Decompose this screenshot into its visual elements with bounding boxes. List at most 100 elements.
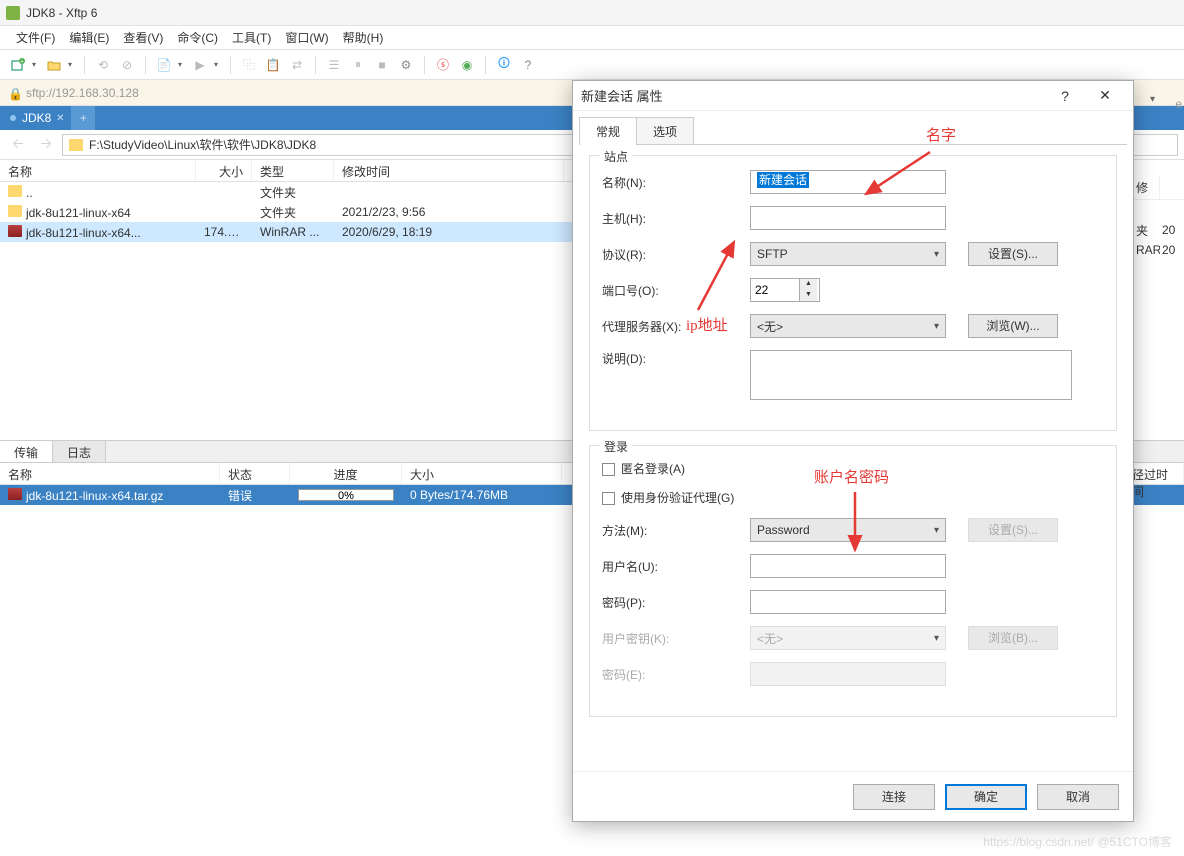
tab-label: JDK8 bbox=[22, 111, 51, 125]
cancel-button[interactable]: 取消 bbox=[1037, 784, 1119, 810]
chevron-down-icon[interactable]: ▾ bbox=[214, 60, 222, 69]
folder-icon bbox=[8, 205, 22, 217]
login-fieldset: 登录 匿名登录(A) 使用身份验证代理(G) 方法(M): Password▾ … bbox=[589, 445, 1117, 717]
chevron-down-icon: ▾ bbox=[934, 249, 939, 260]
browse-proxy-button[interactable]: 浏览(W)... bbox=[968, 314, 1058, 338]
tab-status-icon bbox=[10, 115, 16, 121]
chevron-down-icon[interactable]: ▾ bbox=[32, 60, 40, 69]
dialog-tab-general[interactable]: 常规 bbox=[579, 117, 637, 145]
port-input[interactable]: ▲▼ bbox=[750, 278, 820, 302]
user-input[interactable] bbox=[750, 554, 946, 578]
host-input[interactable] bbox=[750, 206, 946, 230]
menu-tools[interactable]: 工具(T) bbox=[226, 27, 277, 48]
close-icon[interactable]: ✕ bbox=[53, 111, 67, 125]
col-right-a[interactable]: 修 bbox=[1134, 176, 1160, 199]
pause-icon[interactable]: ⏸ bbox=[348, 55, 368, 75]
col-modified[interactable]: 修改时间 bbox=[334, 160, 564, 181]
back-button[interactable]: 🡠 bbox=[6, 134, 30, 156]
help-button[interactable]: ? bbox=[1045, 82, 1085, 110]
paste-icon[interactable]: 📋 bbox=[263, 55, 283, 75]
pass-input[interactable] bbox=[750, 590, 946, 614]
script-green-icon[interactable]: ◉ bbox=[457, 55, 477, 75]
chevron-down-icon[interactable]: ▾ bbox=[68, 60, 76, 69]
window-title: JDK8 - Xftp 6 bbox=[26, 6, 97, 20]
chevron-down-icon[interactable]: ▾ bbox=[1150, 94, 1164, 105]
menu-window[interactable]: 窗口(W) bbox=[279, 27, 334, 48]
connect-button[interactable]: 连接 bbox=[853, 784, 935, 810]
archive-icon bbox=[8, 225, 22, 237]
menu-cmd[interactable]: 命令(C) bbox=[171, 27, 224, 48]
add-tab-button[interactable]: + bbox=[71, 106, 95, 130]
chevron-down-icon: ▾ bbox=[934, 525, 939, 536]
stop-icon[interactable]: ■ bbox=[372, 55, 392, 75]
help-icon[interactable]: ? bbox=[518, 55, 538, 75]
site-legend: 站点 bbox=[600, 148, 632, 165]
copy-icon[interactable]: ⿻ bbox=[239, 55, 259, 75]
key-select: <无>▾ bbox=[750, 626, 946, 650]
new-file-icon[interactable]: 📄 bbox=[154, 55, 174, 75]
proxy-select[interactable]: <无>▾ bbox=[750, 314, 946, 338]
browse-key-button: 浏览(B)... bbox=[968, 626, 1058, 650]
help-blue-icon[interactable]: 🛈 bbox=[494, 55, 514, 75]
script-red-icon[interactable]: ⓢ bbox=[433, 55, 453, 75]
play-icon[interactable]: ▶ bbox=[190, 55, 210, 75]
tab-log[interactable]: 日志 bbox=[53, 441, 106, 462]
transfer-icon[interactable]: ⇄ bbox=[287, 55, 307, 75]
menu-file[interactable]: 文件(F) bbox=[10, 27, 61, 48]
reconnect-icon[interactable]: ⟲ bbox=[93, 55, 113, 75]
anonymous-checkbox[interactable]: 匿名登录(A) bbox=[602, 460, 685, 477]
method-select[interactable]: Password▾ bbox=[750, 518, 946, 542]
archive-icon bbox=[8, 488, 22, 500]
address-suffix: e bbox=[1175, 97, 1182, 111]
th-status[interactable]: 状态 bbox=[220, 463, 290, 484]
col-name[interactable]: 名称 bbox=[0, 160, 196, 181]
name-input[interactable]: 新建会话 bbox=[750, 170, 946, 194]
chevron-down-icon: ▾ bbox=[934, 633, 939, 644]
th-size[interactable]: 大小 bbox=[402, 463, 562, 484]
setup-button[interactable]: 设置(S)... bbox=[968, 242, 1058, 266]
svg-text:+: + bbox=[20, 59, 24, 65]
key-label: 用户密钥(K): bbox=[602, 630, 742, 647]
app-icon bbox=[6, 6, 20, 20]
desc-textarea[interactable] bbox=[750, 350, 1072, 400]
method-label: 方法(M): bbox=[602, 522, 742, 539]
method-setup-button: 设置(S)... bbox=[968, 518, 1058, 542]
new-session-icon[interactable]: + bbox=[8, 55, 28, 75]
address-url: sftp://192.168.30.128 bbox=[26, 86, 139, 100]
spin-down-icon[interactable]: ▼ bbox=[800, 290, 817, 301]
session-tab-jdk8[interactable]: JDK8 ✕ bbox=[0, 106, 71, 130]
close-button[interactable]: ✕ bbox=[1085, 82, 1125, 110]
watermark: https://blog.csdn.net/ @51CTO博客 bbox=[983, 833, 1172, 850]
disconnect-icon[interactable]: ⊘ bbox=[117, 55, 137, 75]
agent-checkbox[interactable]: 使用身份验证代理(G) bbox=[602, 489, 734, 506]
properties-icon[interactable]: ☰ bbox=[324, 55, 344, 75]
dialog-title: 新建会话 属性 bbox=[581, 86, 1045, 105]
spin-up-icon[interactable]: ▲ bbox=[800, 279, 817, 290]
protocol-select[interactable]: SFTP▾ bbox=[750, 242, 946, 266]
toolbar: + ▾ ▾ ⟲ ⊘ 📄 ▾ ▶ ▾ ⿻ 📋 ⇄ ☰ ⏸ ■ ⚙ ⓢ ◉ 🛈 ? bbox=[0, 50, 1184, 80]
forward-button[interactable]: 🡢 bbox=[34, 134, 58, 156]
tab-transfer[interactable]: 传输 bbox=[0, 441, 53, 462]
chevron-down-icon[interactable]: ▾ bbox=[178, 60, 186, 69]
menu-edit[interactable]: 编辑(E) bbox=[63, 27, 115, 48]
dialog-tab-options[interactable]: 选项 bbox=[636, 117, 694, 145]
host-label: 主机(H): bbox=[602, 210, 742, 227]
col-type[interactable]: 类型 bbox=[252, 160, 334, 181]
window-titlebar: JDK8 - Xftp 6 bbox=[0, 0, 1184, 26]
passphrase-input bbox=[750, 662, 946, 686]
site-fieldset: 站点 名称(N): 新建会话 主机(H): 协议(R): SFTP▾ 设置(S)… bbox=[589, 155, 1117, 431]
dialog-footer: 连接 确定 取消 bbox=[573, 771, 1133, 821]
dialog-titlebar[interactable]: 新建会话 属性 ? ✕ bbox=[573, 81, 1133, 111]
gear-icon[interactable]: ⚙ bbox=[396, 55, 416, 75]
desc-label: 说明(D): bbox=[602, 350, 742, 367]
ok-button[interactable]: 确定 bbox=[945, 784, 1027, 810]
open-folder-icon[interactable] bbox=[44, 55, 64, 75]
name-label: 名称(N): bbox=[602, 174, 742, 191]
proxy-label: 代理服务器(X): bbox=[602, 318, 742, 335]
menu-view[interactable]: 查看(V) bbox=[117, 27, 169, 48]
th-progress[interactable]: 进度 bbox=[290, 463, 402, 484]
chevron-down-icon: ▾ bbox=[934, 321, 939, 332]
col-size[interactable]: 大小 bbox=[196, 160, 252, 181]
th-name[interactable]: 名称 bbox=[0, 463, 220, 484]
menu-help[interactable]: 帮助(H) bbox=[337, 27, 390, 48]
